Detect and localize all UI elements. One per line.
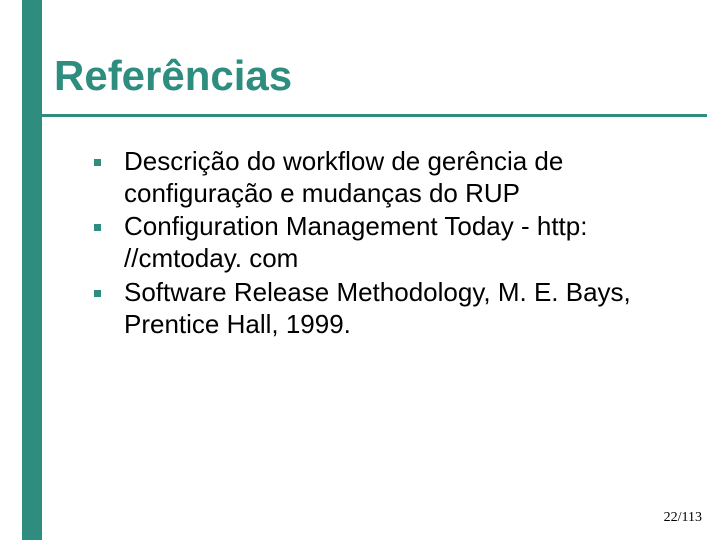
list-item: Software Release Methodology, M. E. Bays… (78, 277, 678, 340)
bullet-text: Configuration Management Today - http: /… (124, 211, 587, 273)
list-item: Configuration Management Today - http: /… (78, 211, 678, 274)
slide-title: Referências (54, 52, 292, 100)
title-underline (42, 114, 707, 117)
bullet-list: Descrição do workflow de gerência de con… (78, 146, 678, 340)
bullet-text: Software Release Methodology, M. E. Bays… (124, 277, 631, 339)
list-item: Descrição do workflow de gerência de con… (78, 146, 678, 209)
left-accent-bar (22, 0, 42, 540)
slide-body: Descrição do workflow de gerência de con… (78, 146, 678, 342)
page-number: 22/113 (664, 510, 702, 526)
slide: Referências Descrição do workflow de ger… (0, 0, 720, 540)
bullet-text: Descrição do workflow de gerência de con… (124, 146, 563, 208)
